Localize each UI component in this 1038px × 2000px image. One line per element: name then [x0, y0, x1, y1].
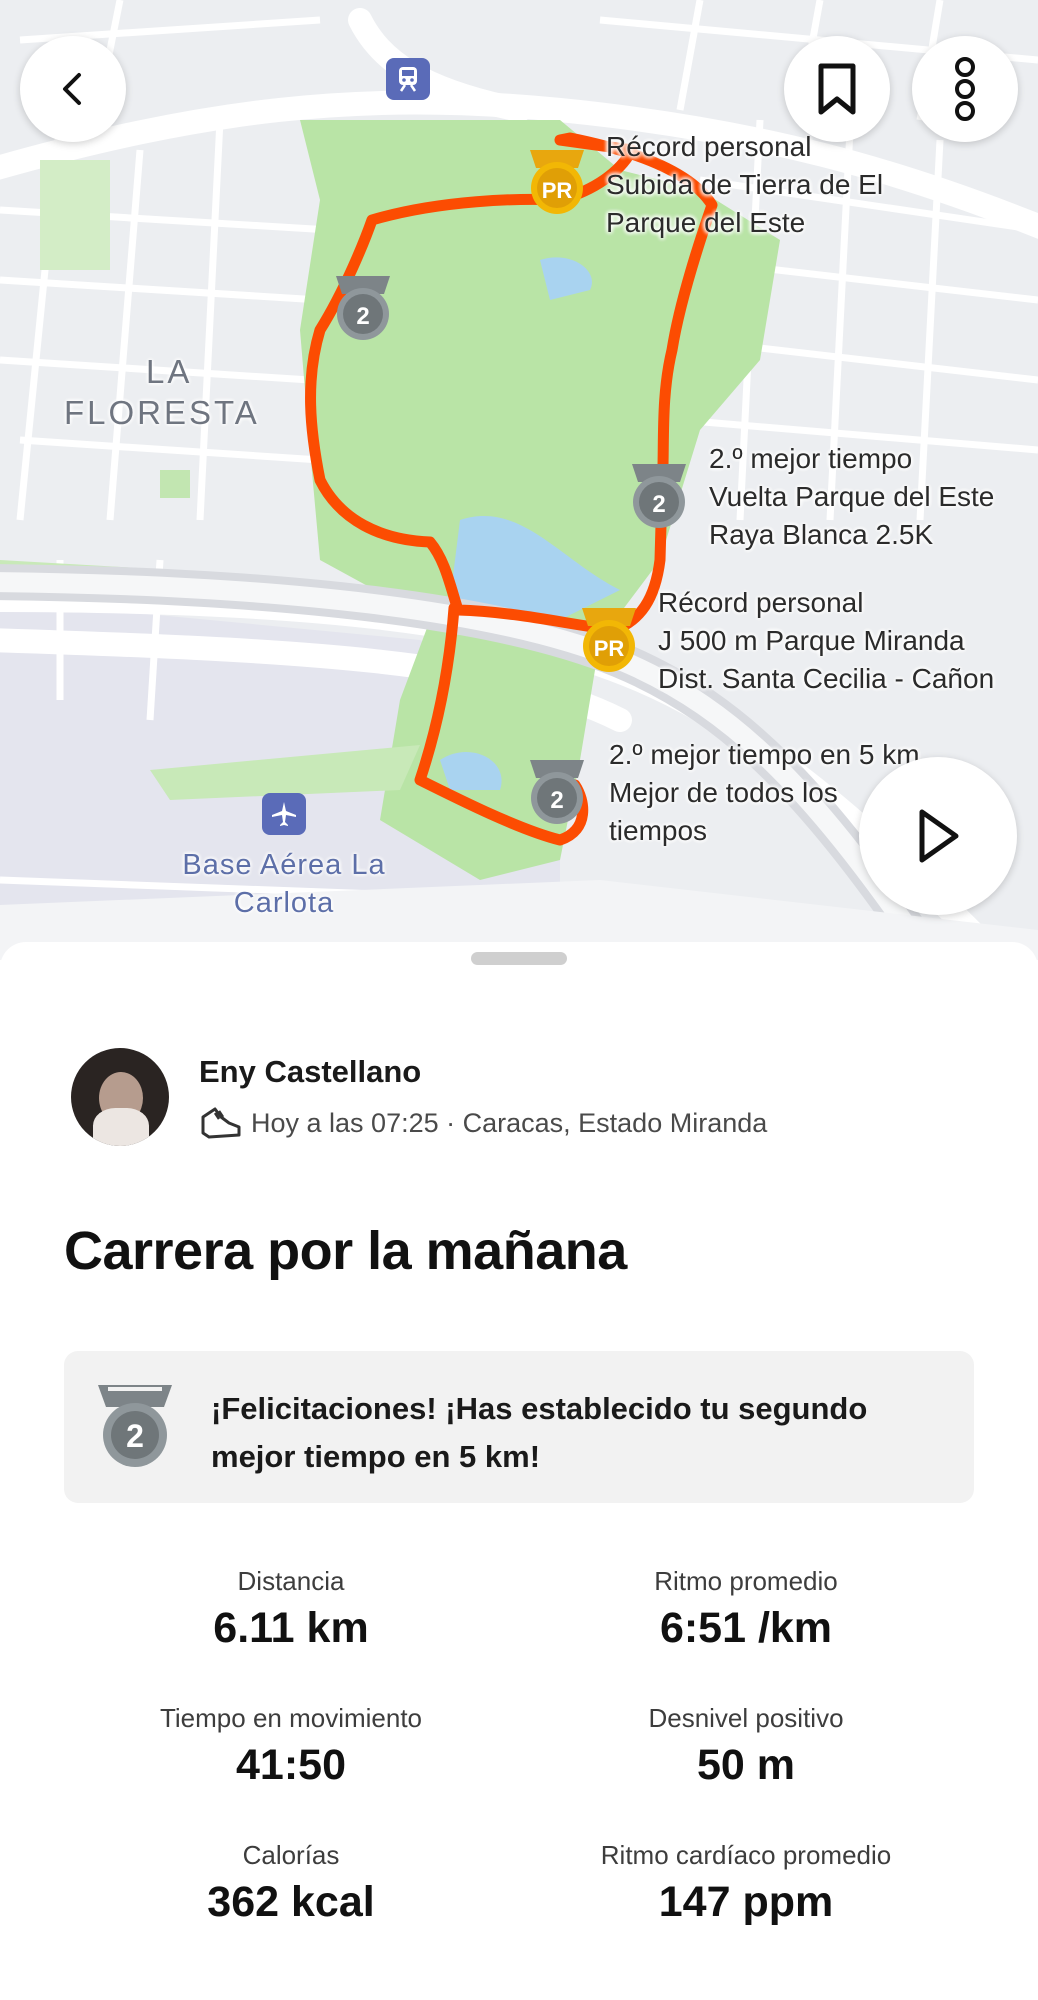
activity-screen: LA FLORESTA Base Aérea La Carlota PR 2 2	[0, 0, 1038, 2000]
pr-badge-icon: PR	[530, 150, 584, 214]
achievement-text: ¡Felicitaciones! ¡Has establecido tu seg…	[211, 1391, 868, 1474]
stat-value: 50 m	[696, 1741, 795, 1789]
train-station-icon	[386, 58, 430, 100]
avatar-mask	[93, 1108, 149, 1146]
area-label-floresta: FLORESTA	[64, 394, 260, 431]
athlete-name[interactable]: Eny Castellano	[199, 1054, 421, 1090]
segment-label-line: Raya Blanca 2.5K	[709, 519, 934, 550]
bookmark-button[interactable]	[784, 36, 890, 142]
stat-label: Desnivel positivo	[648, 1703, 844, 1733]
area-label-base-aerea-line2: Carlota	[233, 887, 335, 919]
svg-text:PR: PR	[594, 636, 625, 661]
area-label-base-aerea-line1: Base Aérea La	[182, 849, 386, 881]
stat-label: Calorías	[242, 1840, 340, 1870]
route-map[interactable]: LA FLORESTA Base Aérea La Carlota PR 2 2	[0, 0, 1038, 960]
area-label-base-aerea: Base Aérea La Carlota	[172, 846, 396, 922]
segment-label-line: Dist. Santa Cecilia - Cañon	[658, 663, 995, 694]
segment-label-line: 2.º mejor tiempo en 5 km	[609, 739, 920, 770]
segment-label[interactable]: Récord personal J 500 m Parque Miranda D…	[658, 584, 1038, 698]
stat-moving-time: Tiempo en movimiento 41:50	[61, 1701, 521, 1793]
bookmark-icon	[818, 63, 856, 115]
area-label-la: LA	[146, 353, 193, 390]
segment-label-line: J 500 m Parque Miranda	[658, 625, 965, 656]
airport-icon	[262, 793, 306, 835]
second-best-badge-icon: 2	[336, 276, 390, 340]
segment-label-line: 2.º mejor tiempo	[709, 443, 913, 474]
svg-text:2: 2	[652, 491, 665, 518]
stat-avg-heart-rate: Ritmo cardíaco promedio 147 ppm	[516, 1838, 976, 1930]
stat-label: Tiempo en movimiento	[159, 1703, 423, 1733]
stat-calories: Calorías 362 kcal	[61, 1838, 521, 1930]
play-flyover-button[interactable]	[859, 757, 1017, 915]
stat-elevation-gain: Desnivel positivo 50 m	[516, 1701, 976, 1793]
svg-text:2: 2	[356, 303, 369, 330]
svg-text:2: 2	[126, 1418, 144, 1454]
back-button[interactable]	[20, 36, 126, 142]
stat-value: 147 ppm	[658, 1878, 834, 1926]
activity-details-sheet[interactable]: Eny Castellano Hoy a las 07:25 · Caracas…	[0, 942, 1038, 2000]
stat-label: Ritmo promedio	[654, 1566, 838, 1596]
more-vertical-icon	[955, 57, 975, 121]
stat-distance: Distancia 6.11 km	[61, 1564, 521, 1656]
segment-label-line: Vuelta Parque del Este	[709, 481, 995, 512]
stat-value: 6:51 /km	[659, 1604, 833, 1652]
stat-label: Ritmo cardíaco promedio	[600, 1840, 892, 1870]
segment-label[interactable]: 2.º mejor tiempo Vuelta Parque del Este …	[709, 440, 994, 554]
stat-value: 41:50	[236, 1741, 346, 1789]
drag-handle[interactable]	[471, 952, 567, 965]
second-best-badge-icon: 2	[530, 760, 584, 824]
segment-label-line: Parque del Este	[606, 207, 806, 238]
second-best-medal-icon: 2	[98, 1385, 172, 1467]
svg-text:PR: PR	[542, 178, 573, 203]
more-options-button[interactable]	[912, 36, 1018, 142]
stat-value: 6.11 km	[213, 1604, 369, 1652]
avatar[interactable]	[71, 1048, 169, 1146]
achievement-banner[interactable]: 2 ¡Felicitaciones! ¡Has establecido tu s…	[64, 1351, 974, 1503]
chevron-left-icon	[63, 73, 81, 105]
stat-label: Distancia	[237, 1566, 345, 1596]
running-shoe-icon	[201, 1107, 241, 1139]
play-icon	[919, 809, 959, 863]
activity-title: Carrera por la mañana	[64, 1221, 627, 1281]
stat-avg-pace: Ritmo promedio 6:51 /km	[516, 1564, 976, 1656]
segment-label-line: Subida de Tierra de El	[606, 169, 884, 200]
segment-label[interactable]: Récord personal Subida de Tierra de El P…	[606, 128, 883, 242]
activity-meta-text: Hoy a las 07:25 · Caracas, Estado Mirand…	[251, 1107, 768, 1138]
activity-meta: Hoy a las 07:25 · Caracas, Estado Mirand…	[199, 1103, 767, 1143]
second-best-badge-icon: 2	[632, 464, 686, 528]
stat-value: 362 kcal	[207, 1878, 375, 1926]
pr-badge-icon: PR	[582, 608, 636, 672]
svg-text:2: 2	[550, 787, 563, 814]
segment-label-line: Récord personal	[658, 587, 864, 618]
